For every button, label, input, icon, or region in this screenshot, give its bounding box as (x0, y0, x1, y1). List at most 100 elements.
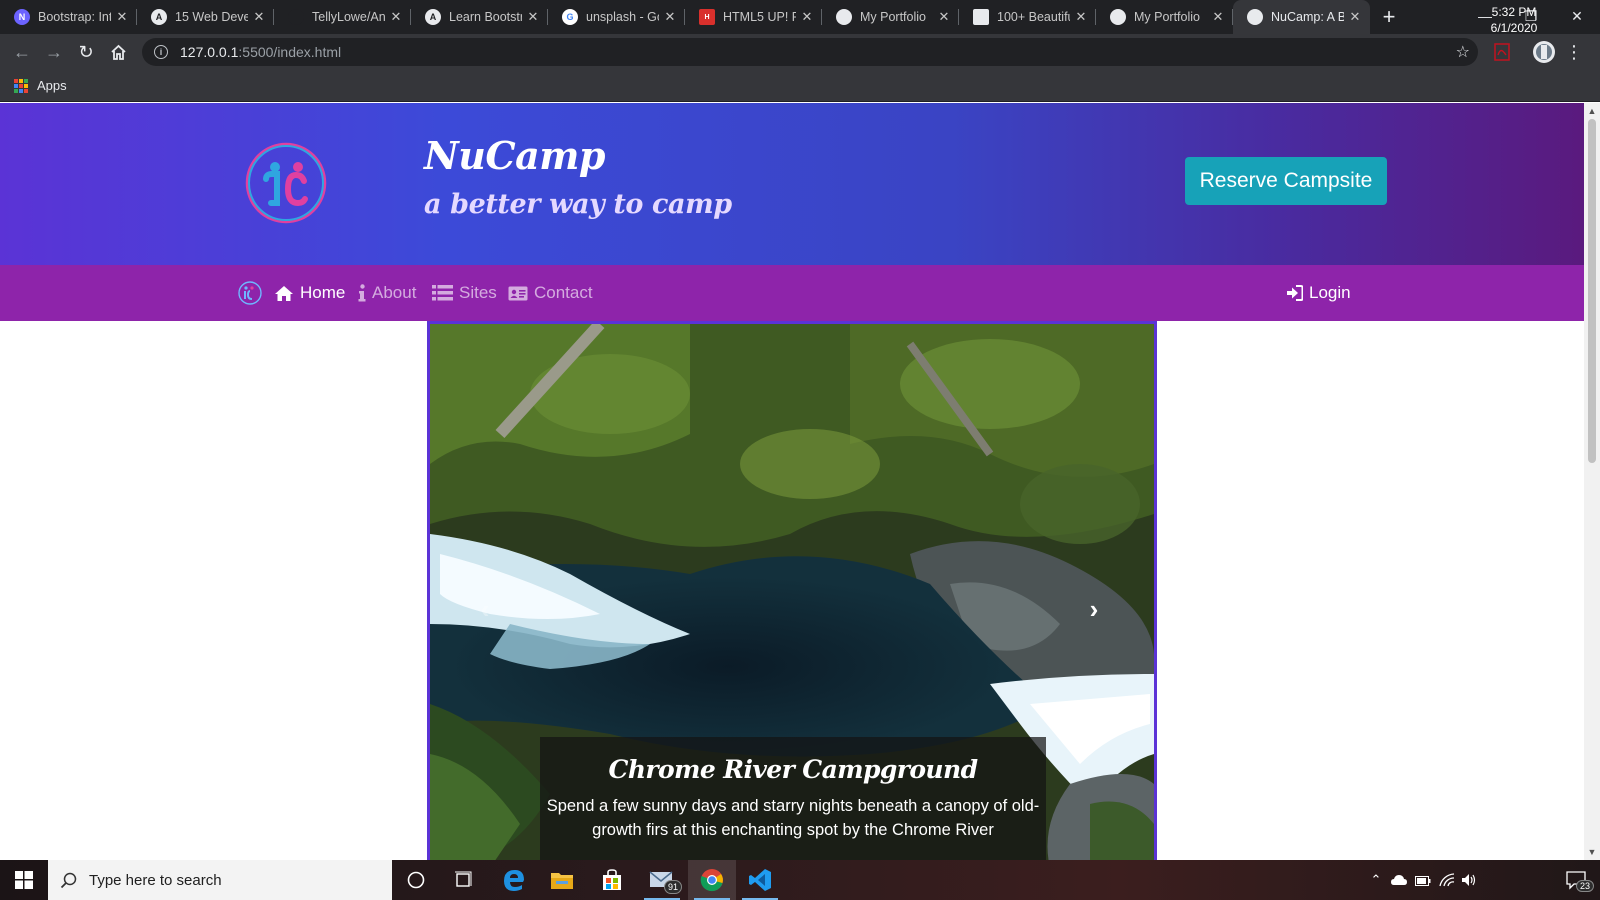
apps-bookmark[interactable]: Apps (37, 78, 67, 93)
url-host: 127.0.0.1 (180, 44, 239, 60)
reload-icon[interactable]: ↻ (70, 36, 102, 68)
close-tab-icon[interactable]: ✕ (937, 9, 951, 25)
nav-sites[interactable]: Sites (432, 281, 497, 305)
main-navbar: Home About Sites Contact Login (0, 265, 1584, 321)
info-icon[interactable]: i (154, 45, 168, 59)
scroll-up-icon[interactable]: ▲ (1584, 103, 1600, 119)
tab-title: 15 Web Devel (175, 10, 248, 24)
windows-start-icon[interactable] (0, 860, 48, 900)
tray-overflow-icon[interactable]: ⌃ (1366, 860, 1386, 900)
brand-subtitle: a better way to camp (424, 189, 732, 220)
nav-contact-label: Contact (534, 283, 593, 302)
battery-icon[interactable] (1412, 860, 1434, 900)
back-arrow-icon[interactable]: ← (6, 36, 38, 68)
login-button[interactable]: Login (1287, 281, 1351, 305)
address-bar[interactable]: i 127.0.0.1:5500/index.html ☆ (142, 38, 1478, 66)
browser-tab[interactable]: A 15 Web Devel ✕ (137, 0, 274, 34)
mail-badge: 91 (664, 880, 683, 894)
tab-title: Learn Bootstr (449, 10, 522, 24)
scroll-down-icon[interactable]: ▼ (1584, 844, 1600, 860)
edge-browser-icon[interactable] (490, 860, 538, 900)
browser-tab-active[interactable]: NuCamp: A B ✕ (1233, 0, 1370, 34)
tab-title: My Portfolio (860, 10, 926, 24)
pdf-extension-icon[interactable] (1490, 38, 1514, 66)
campsite-carousel[interactable]: ‹ › Chrome River Campground Spend a few … (427, 321, 1157, 860)
globe-favicon-icon (1247, 9, 1263, 25)
system-clock[interactable]: 5:32 PM 6/1/2020 (1479, 4, 1549, 36)
url-path: :5500/index.html (238, 44, 342, 60)
onedrive-icon[interactable] (1388, 860, 1410, 900)
house-icon (274, 285, 294, 302)
sign-in-icon (1287, 285, 1303, 301)
close-tab-icon[interactable]: ✕ (526, 9, 540, 25)
nav-contact[interactable]: Contact (508, 281, 593, 305)
wifi-icon[interactable] (1436, 860, 1458, 900)
navbar-logo-icon[interactable] (238, 281, 262, 305)
carousel-next-icon[interactable]: › (1079, 594, 1109, 624)
bookmark-star-icon[interactable]: ☆ (1456, 42, 1470, 62)
html5up-favicon-icon: H (699, 9, 715, 25)
browser-tab[interactable]: My Portfolio ✕ (822, 0, 959, 34)
nav-home-label: Home (300, 283, 346, 302)
volume-icon[interactable] (1458, 860, 1480, 900)
page-viewport: NuCamp a better way to camp Reserve Camp… (0, 103, 1584, 860)
profile-avatar-icon[interactable] (1530, 38, 1558, 66)
info-i-icon (358, 284, 366, 302)
cortana-icon[interactable] (392, 860, 440, 900)
close-tab-icon[interactable]: ✕ (1074, 9, 1088, 25)
browser-tab[interactable]: TellyLowe/An ✕ (274, 0, 411, 34)
browser-tab[interactable]: A Learn Bootstr ✕ (411, 0, 548, 34)
close-tab-icon[interactable]: ✕ (115, 9, 129, 25)
globe-favicon-icon (836, 9, 852, 25)
chrome-taskbar-icon[interactable] (688, 860, 736, 900)
notification-center-icon[interactable]: 23 (1556, 860, 1596, 900)
microsoft-store-icon[interactable] (588, 860, 636, 900)
close-window-icon[interactable]: ✕ (1554, 0, 1600, 32)
scroll-thumb[interactable] (1588, 119, 1596, 463)
a-favicon-icon: A (425, 9, 441, 25)
unsplash-favicon-icon (973, 9, 989, 25)
menu-kebab-icon[interactable]: ⋮ (1564, 38, 1584, 66)
file-explorer-icon[interactable] (538, 860, 586, 900)
notification-count: 23 (1576, 880, 1595, 892)
taskbar-search-input[interactable]: Type here to search (48, 860, 392, 900)
mail-icon[interactable]: 91 (638, 860, 686, 900)
tab-title: 100+ Beautifu (997, 10, 1070, 24)
tab-title: My Portfolio (1134, 10, 1200, 24)
page-scrollbar[interactable]: ▲ ▼ (1584, 103, 1600, 860)
address-card-icon (508, 286, 528, 301)
browser-tab[interactable]: G unsplash - Go ✕ (548, 0, 685, 34)
close-tab-icon[interactable]: ✕ (252, 9, 266, 25)
browser-tab[interactable]: H HTML5 UP! R ✕ (685, 0, 822, 34)
toolbar: ← → ↻ i 127.0.0.1:5500/index.html ☆ (0, 34, 1600, 70)
tab-title: NuCamp: A B (1271, 10, 1344, 24)
carousel-prev-icon[interactable]: ‹ (470, 594, 500, 624)
carousel-caption: Chrome River Campground Spend a few sunn… (540, 737, 1046, 860)
new-tab-button[interactable]: + (1374, 0, 1404, 34)
nucamp-logo-icon (245, 142, 327, 224)
close-tab-icon[interactable]: ✕ (389, 9, 403, 25)
tab-title: HTML5 UP! R (723, 10, 796, 24)
caption-text: Spend a few sunny days and starry nights… (546, 797, 1040, 839)
home-icon[interactable] (102, 36, 134, 68)
task-view-icon[interactable] (440, 860, 488, 900)
close-tab-icon[interactable]: ✕ (800, 9, 814, 25)
nav-home[interactable]: Home (274, 281, 345, 305)
browser-tab[interactable]: 100+ Beautifu ✕ (959, 0, 1096, 34)
close-tab-icon[interactable]: ✕ (1211, 9, 1225, 25)
a-favicon-icon: A (151, 9, 167, 25)
caption-title: Chrome River Campground (608, 755, 979, 784)
tab-title: unsplash - Go (586, 10, 659, 24)
close-tab-icon[interactable]: ✕ (663, 9, 677, 25)
reserve-campsite-button[interactable]: Reserve Campsite (1185, 157, 1387, 205)
browser-tab[interactable]: My Portfolio ✕ (1096, 0, 1233, 34)
clock-time: 5:32 PM (1491, 5, 1537, 19)
bookmarks-bar: Apps (0, 70, 1600, 102)
vscode-icon[interactable] (736, 860, 784, 900)
clock-date: 6/1/2020 (1490, 21, 1538, 35)
close-tab-icon[interactable]: ✕ (1348, 9, 1362, 25)
forward-arrow-icon[interactable]: → (38, 36, 70, 68)
list-icon (432, 285, 453, 301)
nav-about[interactable]: About (358, 281, 416, 305)
browser-tab[interactable]: N Bootstrap: Int ✕ (0, 0, 137, 34)
